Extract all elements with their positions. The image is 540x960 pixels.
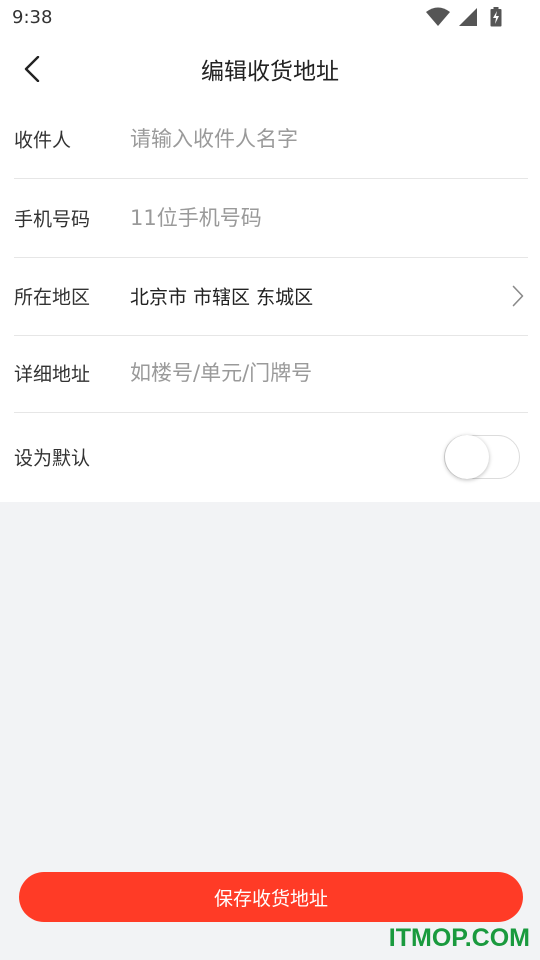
watermark: ITMOP.COM [388,924,530,952]
phone-label: 手机号码 [14,208,91,231]
recipient-label: 收件人 [14,129,72,152]
toggle-knob [445,435,489,479]
recipient-row: 收件人 [14,100,528,179]
page-title: 编辑收货地址 [201,59,339,85]
header: 编辑收货地址 [0,36,540,100]
phone-input[interactable] [130,200,500,236]
wifi-icon [426,7,450,26]
default-toggle[interactable] [444,435,520,479]
save-address-button[interactable]: 保存收货地址 [19,872,523,922]
phone-row: 手机号码 [14,179,528,258]
address-detail-row: 详细地址 [14,334,528,413]
battery-charging-icon [490,7,502,27]
region-row[interactable]: 所在地区 北京市 市辖区 东城区 [14,257,528,336]
address-form: 收件人 手机号码 所在地区 北京市 市辖区 东城区 详细地址 设为默认 [0,100,540,502]
chevron-right-icon [512,285,524,307]
address-detail-input[interactable] [130,355,500,391]
recipient-input[interactable] [130,121,500,157]
set-default-label: 设为默认 [14,447,91,470]
address-detail-label: 详细地址 [14,363,91,386]
region-value: 北京市 市辖区 东城区 [130,286,314,309]
region-label: 所在地区 [14,286,91,309]
set-default-row: 设为默认 [14,412,528,502]
cellular-signal-icon [459,8,477,26]
status-time: 9:38 [12,7,53,28]
status-bar: 9:38 [0,0,540,36]
